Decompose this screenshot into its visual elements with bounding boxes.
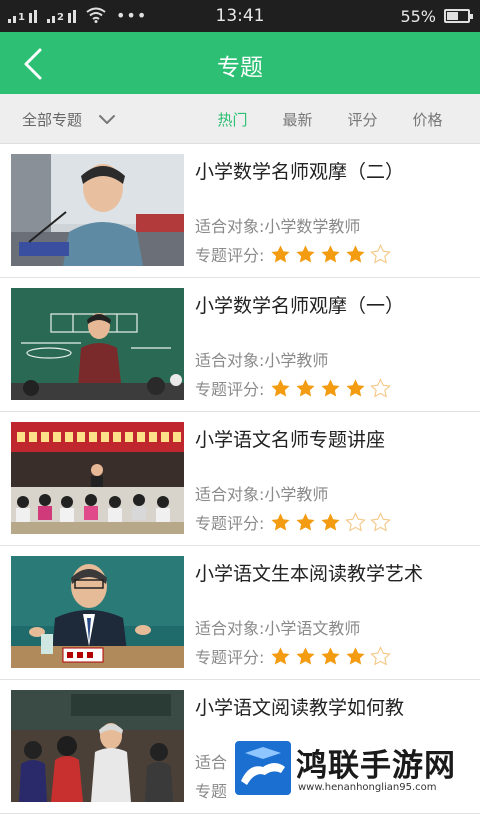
star-filled-icon bbox=[271, 379, 290, 397]
star-filled-icon bbox=[346, 379, 365, 397]
filter-bar: 全部专题 热门 最新 评分 价格 bbox=[0, 94, 480, 144]
star-empty-icon bbox=[370, 244, 392, 264]
rating-label: 专题评分: bbox=[195, 246, 265, 265]
rating-label: 专题评分: bbox=[195, 514, 265, 533]
topic-thumbnail bbox=[11, 422, 184, 534]
status-bar: 1 2 ••• 13:41 55% bbox=[0, 0, 480, 32]
star-filled-icon bbox=[271, 647, 290, 665]
topic-list-item[interactable]: 小学语文生本阅读教学艺术 适合对象:小学语文教师 专题评分: bbox=[0, 546, 480, 680]
rating-label: 专题 bbox=[195, 782, 228, 801]
star-filled-icon bbox=[321, 513, 340, 531]
star-filled-icon bbox=[296, 245, 315, 263]
topic-audience: 适合对象:小学语文教师 bbox=[195, 619, 361, 638]
topic-rating: 专题评分: bbox=[195, 376, 393, 400]
topic-audience: 适合对象:小学教师 bbox=[195, 351, 329, 370]
topic-title: 小学数学名师观摩（一） bbox=[195, 295, 405, 317]
topic-list-item[interactable]: 小学数学名师观摩（二） 适合对象:小学数学教师 专题评分: bbox=[0, 144, 480, 278]
tab-rating[interactable]: 评分 bbox=[330, 109, 395, 130]
topic-list: 小学数学名师观摩（二） 适合对象:小学数学教师 专题评分: 小学数学名师观摩（一… bbox=[0, 144, 480, 814]
category-dropdown[interactable]: 全部专题 bbox=[22, 109, 116, 130]
battery-icon bbox=[444, 9, 473, 23]
topic-thumbnail bbox=[11, 154, 184, 266]
topic-thumbnail bbox=[11, 690, 184, 802]
watermark-logo bbox=[235, 741, 291, 795]
topic-title: 小学语文生本阅读教学艺术 bbox=[195, 563, 424, 585]
battery-percent: 55% bbox=[400, 7, 436, 26]
topic-thumbnail bbox=[11, 556, 184, 668]
topic-rating: 专题评分: bbox=[195, 510, 393, 534]
watermark-url: www.henanhonglian95.com bbox=[298, 782, 437, 793]
star-filled-icon bbox=[321, 379, 340, 397]
topic-list-item[interactable]: 小学数学名师观摩（一） 适合对象:小学教师 专题评分: bbox=[0, 278, 480, 412]
rating-stars bbox=[268, 244, 393, 264]
star-filled-icon bbox=[321, 245, 340, 263]
topic-title: 小学数学名师观摩（二） bbox=[195, 161, 405, 183]
topic-title: 小学语文阅读教学如何教 bbox=[195, 697, 405, 719]
rating-label: 专题评分: bbox=[195, 380, 265, 399]
topic-audience: 适合 bbox=[195, 753, 228, 772]
category-dropdown-label: 全部专题 bbox=[22, 111, 83, 129]
tab-price[interactable]: 价格 bbox=[395, 109, 460, 130]
watermark: 鸿联手游网 www.henanhonglian95.com bbox=[232, 738, 480, 800]
star-filled-icon bbox=[271, 245, 290, 263]
app-header: 专题 bbox=[0, 32, 480, 94]
topic-audience: 适合对象:小学教师 bbox=[195, 485, 329, 504]
topic-list-item[interactable]: 小学语文名师专题讲座 适合对象:小学教师 专题评分: bbox=[0, 412, 480, 546]
star-empty-icon bbox=[370, 378, 392, 398]
star-filled-icon bbox=[346, 245, 365, 263]
tab-newest[interactable]: 最新 bbox=[265, 109, 330, 130]
sort-tabs: 热门 最新 评分 价格 bbox=[200, 109, 460, 130]
topic-rating: 专题 bbox=[195, 778, 227, 802]
star-filled-icon bbox=[296, 379, 315, 397]
star-filled-icon bbox=[321, 647, 340, 665]
topic-title: 小学语文名师专题讲座 bbox=[195, 429, 386, 451]
rating-stars bbox=[268, 512, 393, 532]
star-filled-icon bbox=[271, 513, 290, 531]
topic-audience: 适合对象:小学数学教师 bbox=[195, 217, 361, 236]
page-title: 专题 bbox=[217, 55, 263, 81]
star-empty-icon bbox=[370, 512, 392, 532]
topic-rating: 专题评分: bbox=[195, 242, 393, 266]
chevron-down-icon bbox=[99, 114, 116, 124]
topic-rating: 专题评分: bbox=[195, 644, 393, 668]
rating-stars bbox=[268, 378, 393, 398]
watermark-title: 鸿联手游网 bbox=[296, 748, 456, 784]
star-filled-icon bbox=[296, 647, 315, 665]
topic-thumbnail bbox=[11, 288, 184, 400]
rating-label: 专题评分: bbox=[195, 648, 265, 667]
star-empty-icon bbox=[345, 512, 367, 532]
tab-hot[interactable]: 热门 bbox=[200, 109, 265, 130]
star-filled-icon bbox=[296, 513, 315, 531]
star-filled-icon bbox=[346, 647, 365, 665]
rating-stars bbox=[268, 646, 393, 666]
star-empty-icon bbox=[370, 646, 392, 666]
